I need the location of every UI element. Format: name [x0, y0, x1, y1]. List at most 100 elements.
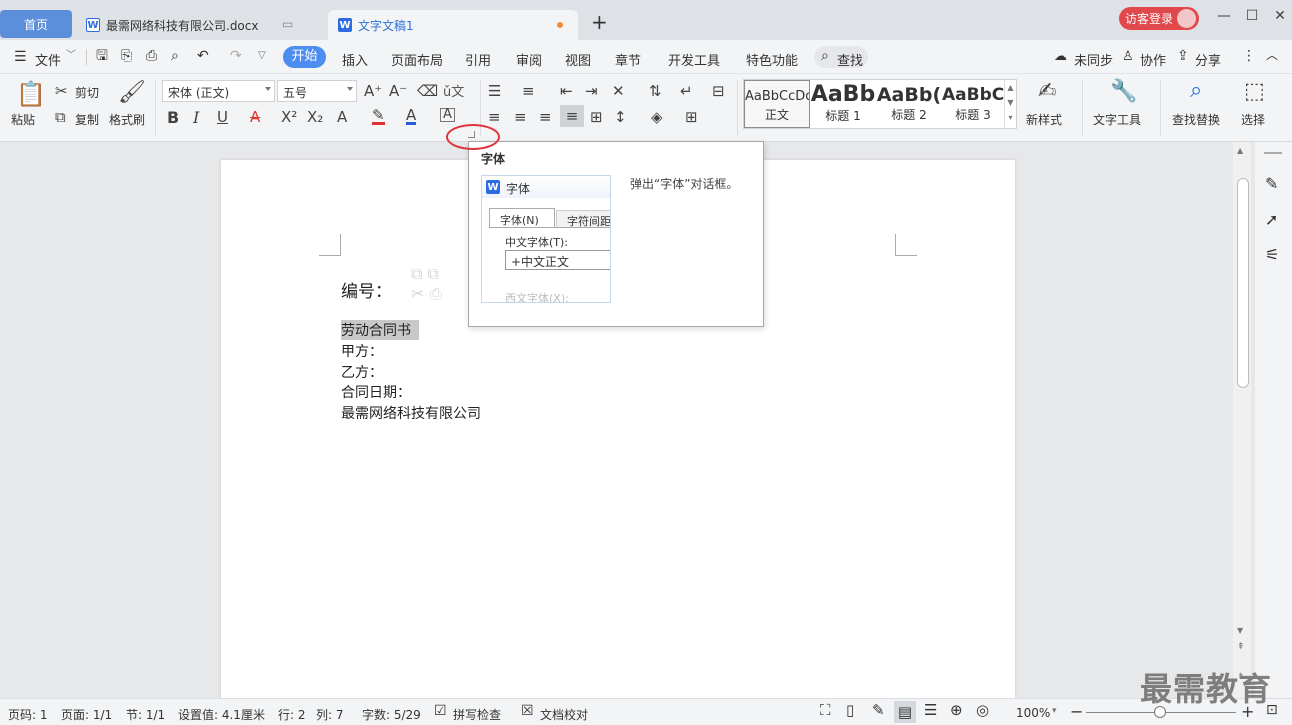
menu-page-layout[interactable]: 页面布局: [391, 50, 443, 69]
text-tools-button[interactable]: 文字工具: [1093, 111, 1141, 128]
styles-scroll[interactable]: ▲ ▼ ▾: [1004, 80, 1016, 128]
align-left-icon[interactable]: ≡: [488, 108, 501, 126]
doc-line-party-b[interactable]: 乙方：: [341, 362, 383, 382]
web-view-icon[interactable]: ⊕: [950, 703, 963, 718]
settings-sliders-icon[interactable]: ⚟: [1265, 247, 1279, 263]
find-replace-button[interactable]: 查找替换: [1172, 111, 1220, 128]
chevron-down-icon[interactable]: ﹀: [66, 51, 76, 61]
superscript-icon[interactable]: X²: [281, 108, 297, 126]
distribute-icon[interactable]: ⊞: [590, 108, 603, 126]
style-heading-1[interactable]: AaBb 标题 1: [810, 80, 876, 128]
status-row[interactable]: 行: 2: [278, 706, 306, 723]
proofread-button[interactable]: 文档校对: [540, 706, 588, 723]
line-spacing-icon[interactable]: ↕: [614, 108, 627, 126]
hamburger-icon[interactable]: ☰: [14, 50, 27, 64]
scissors-icon[interactable]: ✂: [55, 82, 68, 100]
chinese-layout-icon[interactable]: ✕: [612, 82, 625, 100]
print-icon[interactable]: ⎙: [146, 49, 157, 63]
undo-icon[interactable]: ↶: [197, 49, 209, 63]
new-tab-button[interactable]: +: [591, 12, 608, 32]
menu-developer[interactable]: 开发工具: [668, 50, 720, 69]
select-button[interactable]: 选择: [1241, 111, 1265, 128]
cut-button[interactable]: 剪切: [75, 84, 99, 101]
doc-line-date[interactable]: 合同日期：: [341, 382, 411, 402]
zoom-level[interactable]: 100%: [1016, 706, 1050, 720]
align-center-icon[interactable]: ≡: [514, 108, 527, 126]
status-word-count[interactable]: 字数: 5/29: [362, 706, 421, 723]
decrease-indent-icon[interactable]: ⇤: [560, 82, 573, 100]
style-heading-2[interactable]: AaBb( 标题 2: [876, 80, 942, 128]
status-pages[interactable]: 页面: 1/1: [61, 706, 112, 723]
spell-check-button[interactable]: 拼写检查: [453, 706, 501, 723]
copy-icon[interactable]: ⧉: [55, 108, 66, 126]
scroll-thumb[interactable]: [1237, 178, 1249, 388]
sync-status[interactable]: 未同步: [1074, 50, 1113, 69]
menu-insert[interactable]: 插入: [342, 50, 368, 69]
close-button[interactable]: ✕: [1268, 8, 1292, 30]
more-icon[interactable]: ⋮: [1242, 49, 1256, 63]
justify-icon[interactable]: ≡: [560, 105, 584, 127]
redo-icon[interactable]: ↷: [230, 49, 242, 63]
collapse-ribbon-icon[interactable]: ︿: [1266, 49, 1278, 61]
menu-references[interactable]: 引用: [465, 50, 491, 69]
tab-home[interactable]: 首页: [0, 10, 72, 38]
menu-chapter[interactable]: 章节: [615, 50, 641, 69]
eye-protect-icon[interactable]: ◎: [976, 703, 989, 718]
status-page-number[interactable]: 页码: 1: [8, 706, 48, 723]
highlight-icon[interactable]: ✎: [372, 108, 385, 125]
bullet-list-icon[interactable]: ☰: [488, 82, 501, 100]
borders-icon[interactable]: ⊞: [685, 108, 698, 126]
cursor-icon[interactable]: ➚: [1265, 212, 1278, 228]
underline-icon[interactable]: U: [217, 108, 228, 126]
login-button[interactable]: 访客登录: [1119, 7, 1199, 30]
increase-font-icon[interactable]: A⁺: [364, 82, 382, 100]
decrease-font-icon[interactable]: A⁻: [389, 82, 407, 100]
menu-special[interactable]: 特色功能: [746, 50, 798, 69]
italic-icon[interactable]: I: [193, 108, 199, 127]
show-marks-icon[interactable]: ↵: [680, 82, 693, 100]
menu-start[interactable]: 开始: [283, 46, 326, 68]
chevron-down-icon[interactable]: ▾: [1052, 707, 1057, 716]
collab-button[interactable]: 协作: [1140, 50, 1166, 69]
fullscreen-icon[interactable]: ⛶: [820, 703, 831, 718]
status-section[interactable]: 节: 1/1: [126, 706, 165, 723]
tab-document-2[interactable]: W 文字文稿1: [328, 10, 578, 40]
font-color-icon[interactable]: A: [406, 108, 417, 125]
scroll-down-icon[interactable]: ▼: [1237, 626, 1243, 635]
doc-line-title[interactable]: 劳动合同书: [341, 320, 419, 340]
pinyin-icon[interactable]: ǔ文: [443, 81, 464, 100]
menu-review[interactable]: 审阅: [516, 50, 542, 69]
wrench-icon[interactable]: 🔧: [1110, 79, 1137, 104]
style-heading-3[interactable]: AaBbC 标题 3: [942, 80, 1004, 128]
numbered-list-icon[interactable]: ≡: [522, 82, 535, 100]
table-tab-icon[interactable]: ⊟: [712, 82, 725, 100]
style-normal[interactable]: AaBbCcDd 正文: [744, 80, 810, 128]
scroll-up-icon[interactable]: ▲: [1237, 146, 1243, 155]
char-border-icon[interactable]: A: [440, 108, 455, 122]
chevron-down-icon[interactable]: ▽: [258, 51, 266, 61]
doc-line-number[interactable]: 编号：: [341, 277, 392, 302]
bold-icon[interactable]: B: [167, 108, 179, 127]
paste-icon[interactable]: 📋: [16, 80, 46, 108]
find-icon[interactable]: ⌕: [1190, 78, 1202, 103]
print-preview-icon[interactable]: ⌕: [171, 49, 179, 63]
prev-page-icon[interactable]: ⇞: [1237, 642, 1245, 652]
format-painter-button[interactable]: 格式刷: [109, 111, 145, 128]
increase-indent-icon[interactable]: ⇥: [585, 82, 598, 100]
menu-file[interactable]: 文件: [35, 50, 61, 69]
reading-mode-icon[interactable]: ▯: [846, 703, 854, 718]
outline-view-icon[interactable]: ☰: [924, 703, 937, 718]
select-icon[interactable]: ⬚: [1244, 79, 1265, 104]
search-button[interactable]: ⌕ 查找: [814, 46, 868, 69]
font-size-select[interactable]: 五号: [277, 80, 357, 102]
save-icon[interactable]: 🖫: [96, 49, 108, 63]
tab-document-1[interactable]: W 最需网络科技有限公司.docx ▭: [76, 10, 324, 40]
clear-format-icon[interactable]: ⌫: [417, 82, 438, 100]
minimize-button[interactable]: —: [1212, 8, 1236, 30]
status-setting[interactable]: 设置值: 4.1厘米: [178, 706, 265, 723]
font-name-select[interactable]: 宋体 (正文): [162, 80, 275, 102]
strikethrough-icon[interactable]: A: [250, 108, 260, 126]
shading-icon[interactable]: ◈: [651, 108, 663, 126]
text-effect-icon[interactable]: A: [337, 108, 347, 126]
export-pdf-icon[interactable]: ⎘: [121, 49, 132, 63]
